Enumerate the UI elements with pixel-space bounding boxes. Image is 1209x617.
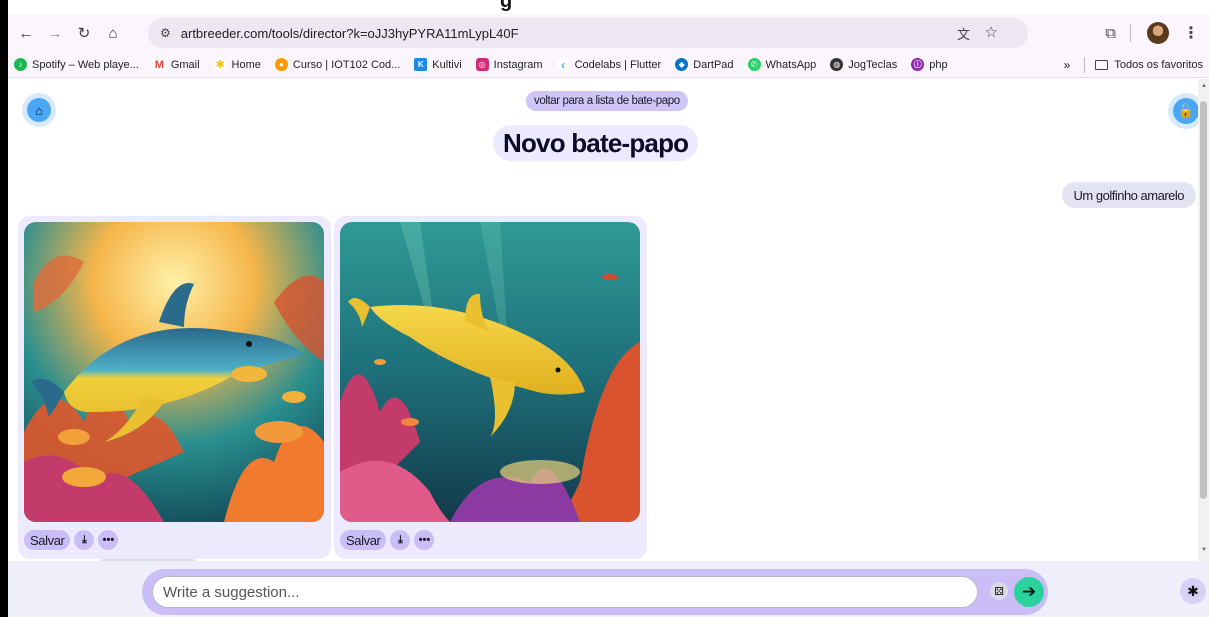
scroll-down-icon[interactable]: ▼ xyxy=(1201,547,1207,553)
home-button[interactable]: ⌂ xyxy=(22,93,56,127)
gmail-icon: M xyxy=(152,58,166,71)
bookmark-spotify[interactable]: ♪ Spotify – Web playe... xyxy=(14,58,139,71)
result-card-2: Salvar ⤓ ••• xyxy=(334,216,647,559)
generated-image-1[interactable] xyxy=(24,222,324,522)
more-options-icon[interactable]: ••• xyxy=(98,530,119,550)
download-icon[interactable]: ⤓ xyxy=(74,530,95,550)
bookmark-whatsapp[interactable]: ✆ WhatsApp xyxy=(747,58,816,71)
bookmark-flutter[interactable]: ‹ Codelabs | Flutter xyxy=(556,58,661,72)
more-bookmarks-icon[interactable]: » xyxy=(1064,58,1071,72)
chat-page: ⌂ voltar para a lista de bate-papo Novo … xyxy=(8,79,1204,561)
page-scrollbar[interactable]: ▲ ▼ xyxy=(1198,79,1209,561)
send-button[interactable]: ➔ xyxy=(1014,577,1044,607)
home-icon[interactable]: ⌂ xyxy=(102,22,124,44)
scrollbar-thumb[interactable] xyxy=(1200,101,1207,499)
dice-icon[interactable]: ⚄ xyxy=(990,582,1008,600)
flutter-icon: ‹ xyxy=(556,58,570,72)
more-options-icon[interactable]: ••• xyxy=(414,530,435,550)
back-to-chat-list-link[interactable]: voltar para a lista de bate-papo xyxy=(526,91,688,111)
kebab-menu-icon[interactable]: ⋮ xyxy=(1183,23,1199,43)
save-button[interactable]: Salvar xyxy=(24,530,71,550)
composer-bar: ⚄ ➔ ✱ xyxy=(8,561,1209,617)
generated-image-2[interactable] xyxy=(340,222,640,522)
composer: ⚄ ➔ xyxy=(142,569,1048,615)
browser-toolbar: ← → ↻ ⌂ ⚙ artbreeder.com/tools/director?… xyxy=(8,14,1209,52)
bookmarks-divider xyxy=(1084,57,1086,73)
spotify-icon: ♪ xyxy=(14,58,27,71)
result-card-1: Salvar ⤓ ••• xyxy=(18,216,331,559)
bookmark-instagram[interactable]: ◎ Instagram xyxy=(475,58,543,71)
bookmark-gmail[interactable]: M Gmail xyxy=(152,58,200,71)
forward-arrow-icon[interactable]: → xyxy=(44,22,66,44)
suggestion-input[interactable] xyxy=(152,576,978,608)
save-button[interactable]: Salvar xyxy=(340,530,387,550)
dartpad-icon: ◆ xyxy=(675,58,689,71)
page-title: Novo bate-papo xyxy=(493,125,699,161)
bookmark-star-icon[interactable]: ☆ xyxy=(985,23,998,41)
instagram-icon: ◎ xyxy=(475,58,489,71)
gear-icon[interactable]: ✱ xyxy=(1180,578,1206,604)
unlock-icon: 🔓 xyxy=(1173,98,1199,124)
site-info-icon[interactable]: ⚙ xyxy=(160,26,171,40)
download-icon[interactable]: ⤓ xyxy=(390,530,411,550)
extensions-icon[interactable]: ⧉ xyxy=(1105,25,1116,42)
heading-fragment: g xyxy=(500,0,513,12)
bookmark-php[interactable]: ⓘ php xyxy=(911,58,948,71)
profile-avatar[interactable] xyxy=(1147,22,1169,44)
translate-icon[interactable]: 文 xyxy=(957,24,970,43)
bookmark-jogteclas[interactable]: ◍ JogTeclas xyxy=(830,58,897,71)
bookmark-kultivi[interactable]: K Kultivi xyxy=(414,58,462,71)
bookmarks-bar: ♪ Spotify – Web playe... M Gmail ✱ Home ● Cu… xyxy=(8,52,1209,78)
scroll-up-icon[interactable]: ▲ xyxy=(1201,83,1207,89)
house-icon: ⌂ xyxy=(27,98,51,122)
whatsapp-icon: ✆ xyxy=(747,58,761,71)
reload-icon[interactable]: ↻ xyxy=(73,22,95,44)
curso-icon: ● xyxy=(274,58,288,71)
window-top-strip: g xyxy=(8,0,1209,14)
globe-icon: ◍ xyxy=(830,58,844,71)
bookmark-curso[interactable]: ● Curso | IOT102 Cod... xyxy=(274,58,400,71)
toolbar-divider xyxy=(1130,24,1131,42)
user-message-bubble: Um golfinho amarelo xyxy=(1061,182,1196,208)
php-icon: ⓘ xyxy=(911,58,925,71)
address-bar[interactable]: ⚙ artbreeder.com/tools/director?k=oJJ3hy… xyxy=(148,18,1028,48)
bookmark-home[interactable]: ✱ Home xyxy=(213,58,261,71)
bookmark-dartpad[interactable]: ◆ DartPad xyxy=(675,58,734,71)
kultivi-icon: K xyxy=(414,58,428,71)
back-arrow-icon[interactable]: ← xyxy=(15,22,37,44)
browser-window: g ← → ↻ ⌂ ⚙ artbreeder.com/tools/directo… xyxy=(8,0,1209,617)
home-app-icon: ✱ xyxy=(213,58,227,71)
folder-icon xyxy=(1095,60,1109,70)
url-text[interactable]: artbreeder.com/tools/director?k=oJJ3hyPY… xyxy=(181,26,519,41)
all-bookmarks-link[interactable]: Todos os favoritos xyxy=(1114,59,1203,71)
